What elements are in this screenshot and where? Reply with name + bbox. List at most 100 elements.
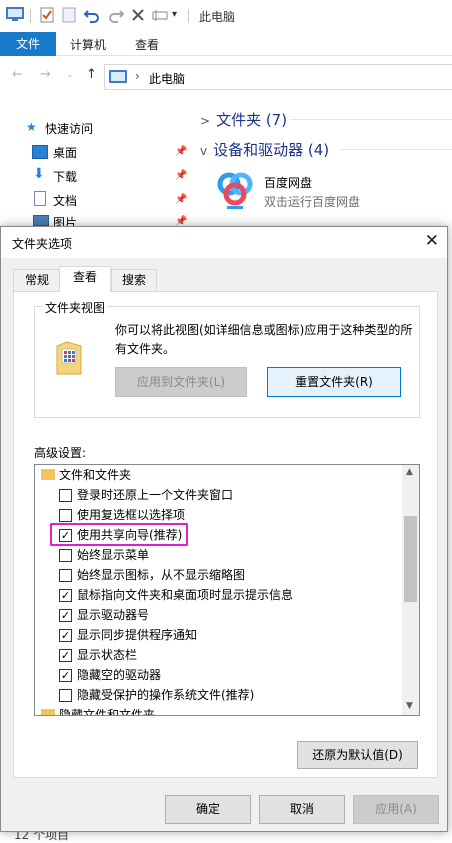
tree-checkbox-option[interactable]: ✓ 显示同步提供程序通知 bbox=[35, 625, 401, 645]
toolbar-separator bbox=[30, 9, 31, 23]
advanced-settings-label: 高级设置: bbox=[34, 446, 87, 460]
tab-file[interactable]: 文件 bbox=[0, 32, 56, 56]
nav-item-desktop[interactable]: 桌面 bbox=[53, 144, 77, 161]
computer-icon bbox=[109, 70, 127, 83]
document-icon bbox=[34, 191, 46, 206]
checkbox-checked[interactable]: ✓ bbox=[59, 629, 72, 642]
drive-name[interactable]: 百度网盘 bbox=[264, 174, 312, 191]
tree-checkbox-option[interactable]: ✓ 显示状态栏 bbox=[35, 645, 401, 665]
tree-checkbox-option[interactable]: ✓ 显示驱动器号 bbox=[35, 605, 401, 625]
tree-checkbox-option[interactable]: 始终显示菜单 bbox=[35, 545, 401, 565]
view-tab-panel: 文件夹视图 你可以将此视图(如详细信息或图标)应用于这种类型的所有文件夹。 应用… bbox=[13, 291, 438, 778]
breadcrumb[interactable]: 此电脑 bbox=[149, 70, 185, 87]
pin-icon[interactable]: 📌 bbox=[175, 194, 187, 205]
scroll-down-icon[interactable]: ▼ bbox=[406, 701, 413, 711]
option-label: 隐藏受保护的操作系统文件(推荐) bbox=[77, 688, 255, 702]
dialog-title-bar: 文件夹选项 ✕ bbox=[1, 227, 447, 258]
ok-button[interactable]: 确定 bbox=[165, 795, 251, 824]
new-folder-icon[interactable] bbox=[62, 7, 76, 27]
tree-folder-node[interactable]: 隐藏文件和文件夹 bbox=[35, 705, 401, 716]
properties-icon[interactable] bbox=[40, 7, 54, 27]
tree-checkbox-option[interactable]: 始终显示图标，从不显示缩略图 bbox=[35, 565, 401, 585]
checkbox-unchecked[interactable] bbox=[59, 689, 72, 702]
rename-icon[interactable] bbox=[152, 7, 168, 27]
group-divider bbox=[340, 149, 452, 150]
tab-computer[interactable]: 计算机 bbox=[70, 36, 106, 53]
folder-icon bbox=[41, 709, 55, 715]
delete-icon[interactable] bbox=[131, 7, 145, 27]
address-input[interactable]: › 此电脑 bbox=[104, 64, 452, 90]
nav-item-downloads[interactable]: 下载 bbox=[53, 168, 77, 185]
checkbox-checked[interactable]: ✓ bbox=[59, 589, 72, 602]
chevron-right-icon: > bbox=[200, 114, 211, 128]
reset-folders-button[interactable]: 重置文件夹(R) bbox=[267, 367, 401, 397]
drive-description: 双击运行百度网盘 bbox=[264, 195, 361, 209]
pin-icon[interactable]: 📌 bbox=[175, 170, 187, 181]
option-label: 显示状态栏 bbox=[77, 648, 138, 662]
tab-view[interactable]: 查看 bbox=[135, 36, 159, 53]
baidu-netdisk-icon bbox=[213, 168, 257, 212]
group-folders[interactable]: > 文件夹 (7) bbox=[200, 109, 287, 130]
tree-node-label: 隐藏文件和文件夹 bbox=[59, 708, 156, 716]
option-label: 始终显示图标，从不显示缩略图 bbox=[77, 568, 246, 582]
restore-defaults-button[interactable]: 还原为默认值(D) bbox=[297, 741, 418, 769]
window-title: 此电脑 bbox=[199, 10, 236, 24]
redo-icon[interactable] bbox=[108, 7, 125, 27]
scroll-thumb[interactable] bbox=[404, 516, 417, 602]
apply-to-folders-button[interactable]: 应用到文件夹(L) bbox=[115, 367, 247, 397]
tree-checkbox-option[interactable]: ✓ 使用共享向导(推荐) bbox=[35, 523, 401, 546]
tab-view[interactable]: 查看 bbox=[59, 266, 111, 292]
tab-general[interactable]: 常规 bbox=[13, 269, 61, 291]
chevron-right-icon[interactable]: › bbox=[135, 69, 140, 83]
tree-checkbox-option[interactable]: 登录时还原上一个文件夹窗口 bbox=[35, 485, 401, 505]
address-bar-row: ← → ⌄ ↑ › 此电脑 bbox=[0, 56, 452, 96]
back-icon[interactable]: ← bbox=[12, 67, 23, 82]
cancel-button[interactable]: 取消 bbox=[259, 795, 345, 824]
option-label: 登录时还原上一个文件夹窗口 bbox=[77, 488, 234, 502]
nav-item-documents[interactable]: 文档 bbox=[53, 192, 77, 209]
folder-view-icon bbox=[56, 341, 82, 375]
tree-node-label: 文件和文件夹 bbox=[59, 468, 132, 482]
tree-checkbox-option[interactable]: ✓ 鼠标指向文件夹和桌面项时显示提示信息 bbox=[35, 585, 401, 605]
undo-icon[interactable] bbox=[83, 7, 100, 27]
option-label: 显示同步提供程序通知 bbox=[77, 628, 198, 642]
checkbox-unchecked[interactable] bbox=[59, 489, 72, 502]
folder-options-dialog: 文件夹选项 ✕ 常规 查看 搜索 文件夹视图 你可以将此视图(如详细信息或图标)… bbox=[0, 226, 448, 832]
vertical-scrollbar[interactable]: ▲ ▼ bbox=[402, 465, 419, 715]
apply-button[interactable]: 应用(A) bbox=[353, 795, 439, 824]
folder-view-description: 你可以将此视图(如详细信息或图标)应用于这种类型的所有文件夹。 bbox=[115, 323, 413, 356]
pin-icon[interactable]: 📌 bbox=[175, 146, 187, 157]
checkbox-unchecked[interactable] bbox=[59, 549, 72, 562]
tree-checkbox-option[interactable]: 隐藏受保护的操作系统文件(推荐) bbox=[35, 685, 401, 705]
folder-view-legend: 文件夹视图 bbox=[43, 299, 108, 316]
option-label: 鼠标指向文件夹和桌面项时显示提示信息 bbox=[77, 588, 294, 602]
checkbox-checked[interactable]: ✓ bbox=[59, 669, 72, 682]
option-label: 使用复选框以选择项 bbox=[77, 508, 186, 522]
tree-checkbox-option[interactable]: ✓ 隐藏空的驱动器 bbox=[35, 665, 401, 685]
forward-icon[interactable]: → bbox=[40, 67, 51, 82]
scroll-up-icon[interactable]: ▲ bbox=[406, 467, 413, 477]
group-divider bbox=[290, 119, 452, 120]
pictures-icon bbox=[33, 215, 49, 226]
recent-locations-icon[interactable]: ⌄ bbox=[66, 70, 74, 80]
download-icon: ⬇ bbox=[33, 166, 45, 182]
folder-icon bbox=[41, 469, 55, 480]
close-icon[interactable]: ✕ bbox=[425, 231, 439, 251]
option-label: 隐藏空的驱动器 bbox=[77, 668, 162, 682]
up-icon[interactable]: ↑ bbox=[86, 67, 97, 82]
checkbox-checked[interactable]: ✓ bbox=[59, 609, 72, 622]
quick-access-toolbar: ▾ 此电脑 bbox=[0, 0, 452, 32]
checkbox-unchecked[interactable] bbox=[59, 569, 72, 582]
tab-search[interactable]: 搜索 bbox=[111, 269, 157, 291]
group-devices[interactable]: v 设备和驱动器 (4) bbox=[200, 139, 329, 160]
computer-icon[interactable] bbox=[6, 7, 24, 27]
advanced-settings-tree: 文件和文件夹 登录时还原上一个文件夹窗口 使用复选框以选择项 ✓ 使用共享向导(推荐) 始… bbox=[34, 464, 420, 716]
tree-checkbox-option[interactable]: 使用复选框以选择项 bbox=[35, 505, 401, 525]
nav-item-quick-access[interactable]: 快速访问 bbox=[45, 120, 93, 137]
chevron-down-icon: v bbox=[200, 144, 208, 158]
tree-folder-node[interactable]: 文件和文件夹 bbox=[35, 465, 401, 485]
checkbox-unchecked[interactable] bbox=[59, 509, 72, 522]
toolbar-separator bbox=[188, 9, 189, 23]
customize-dropdown-icon[interactable]: ▾ bbox=[172, 7, 177, 23]
checkbox-checked[interactable]: ✓ bbox=[59, 649, 72, 662]
